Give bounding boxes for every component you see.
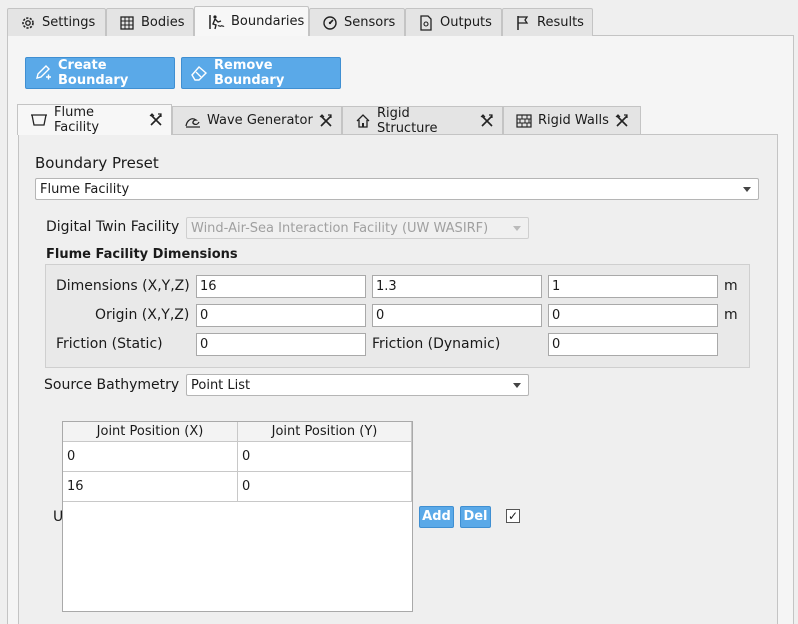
grid-icon xyxy=(119,15,135,31)
tools-icon[interactable] xyxy=(149,113,163,127)
tools-icon[interactable] xyxy=(615,113,629,128)
origin-label: Origin (X,Y,Z) xyxy=(95,307,190,323)
dimensions-label: Dimensions (X,Y,Z) xyxy=(56,278,190,294)
tab-outputs[interactable]: Outputs xyxy=(405,8,502,36)
table-header-x[interactable]: Joint Position (X) xyxy=(63,422,238,442)
origin-y-field[interactable]: 0 xyxy=(372,304,542,327)
tab-boundaries-label: Boundaries xyxy=(231,14,305,29)
friction-dynamic-field[interactable]: 0 xyxy=(548,333,718,356)
tab-bodies-label: Bodies xyxy=(141,15,185,30)
remove-boundary-button[interactable]: Remove Boundary xyxy=(181,57,341,89)
tab-settings[interactable]: Settings xyxy=(7,8,106,36)
tab-bodies[interactable]: Bodies xyxy=(106,8,194,36)
friction-static-field[interactable]: 0 xyxy=(196,333,366,356)
wave-person-icon xyxy=(207,13,225,31)
gauge-icon xyxy=(322,15,338,31)
wave-icon xyxy=(185,114,201,128)
tab-rigid-structure-label: Rigid Structure xyxy=(377,105,438,136)
table-cell[interactable]: 0 xyxy=(238,472,412,502)
boundary-preset-value: Flume Facility xyxy=(40,181,130,197)
tab-rigid-structure[interactable]: Rigid Structure xyxy=(342,105,503,136)
digital-twin-facility-select[interactable]: Wind-Air-Sea Interaction Facility (UW WA… xyxy=(186,217,529,239)
origin-unit: m xyxy=(724,307,738,323)
tab-flume-facility-label: Flume Facility xyxy=(54,105,100,135)
tab-sensors[interactable]: Sensors xyxy=(309,8,405,36)
table-cell[interactable]: 0 xyxy=(238,442,412,472)
tab-sensors-label: Sensors xyxy=(344,15,396,30)
tab-outputs-label: Outputs xyxy=(440,15,492,30)
boundary-preset-select[interactable]: Flume Facility xyxy=(35,178,759,200)
friction-dynamic-label: Friction (Dynamic) xyxy=(372,336,501,352)
tools-icon[interactable] xyxy=(319,113,333,128)
joint-position-table[interactable]: Joint Position (X) Joint Position (Y) 0 … xyxy=(62,421,413,612)
tab-wave-generator-label: Wave Generator xyxy=(207,113,313,128)
tab-settings-label: Settings xyxy=(42,15,96,30)
dimension-x-field[interactable]: 16 xyxy=(196,275,366,298)
chevron-down-icon xyxy=(743,187,751,192)
tab-rigid-walls-label: Rigid Walls xyxy=(538,113,609,128)
create-boundary-label: Create Boundary xyxy=(58,58,129,88)
chevron-down-icon xyxy=(513,383,521,388)
tab-rigid-walls[interactable]: Rigid Walls xyxy=(503,106,641,134)
dimensions-unit: m xyxy=(724,278,738,294)
chevron-down-icon xyxy=(513,226,521,231)
brick-wall-icon xyxy=(516,113,532,128)
dimension-y-field[interactable]: 1.3 xyxy=(372,275,542,298)
source-bathymetry-label: Source Bathymetry xyxy=(44,377,180,393)
digital-twin-facility-value: Wind-Air-Sea Interaction Facility (UW WA… xyxy=(191,220,489,236)
create-boundary-button[interactable]: Create Boundary xyxy=(25,57,175,89)
friction-static-label: Friction (Static) xyxy=(56,336,163,352)
document-icon xyxy=(418,14,434,31)
tab-flume-facility[interactable]: Flume Facility xyxy=(17,104,172,135)
tools-icon[interactable] xyxy=(480,113,494,128)
tab-boundaries[interactable]: Boundaries xyxy=(194,6,309,36)
tab-results[interactable]: Results xyxy=(502,8,593,36)
table-header-y[interactable]: Joint Position (Y) xyxy=(238,422,412,442)
eraser-icon xyxy=(190,64,208,82)
delete-row-button[interactable]: Del xyxy=(460,506,491,528)
source-bathymetry-value: Point List xyxy=(191,377,251,393)
origin-x-field[interactable]: 0 xyxy=(196,304,366,327)
checkbox[interactable]: ✓ xyxy=(506,509,520,523)
source-bathymetry-select[interactable]: Point List xyxy=(186,374,529,396)
house-icon xyxy=(355,113,371,129)
dimensions-group-title: Flume Facility Dimensions xyxy=(46,247,238,262)
origin-z-field[interactable]: 0 xyxy=(548,304,718,327)
tab-results-label: Results xyxy=(537,15,584,30)
remove-boundary-label: Remove Boundary xyxy=(214,58,285,88)
digital-twin-facility-label: Digital Twin Facility xyxy=(46,219,180,235)
add-row-button[interactable]: Add xyxy=(419,506,454,528)
table-cell[interactable]: 0 xyxy=(63,442,238,472)
flag-icon xyxy=(515,15,531,31)
dimension-z-field[interactable]: 1 xyxy=(548,275,718,298)
basin-icon xyxy=(30,113,48,127)
gear-icon xyxy=(20,15,36,31)
table-cell[interactable]: 16 xyxy=(63,472,238,502)
tab-wave-generator[interactable]: Wave Generator xyxy=(172,106,342,134)
pencil-plus-icon xyxy=(34,64,52,82)
boundary-preset-label: Boundary Preset xyxy=(35,154,159,172)
